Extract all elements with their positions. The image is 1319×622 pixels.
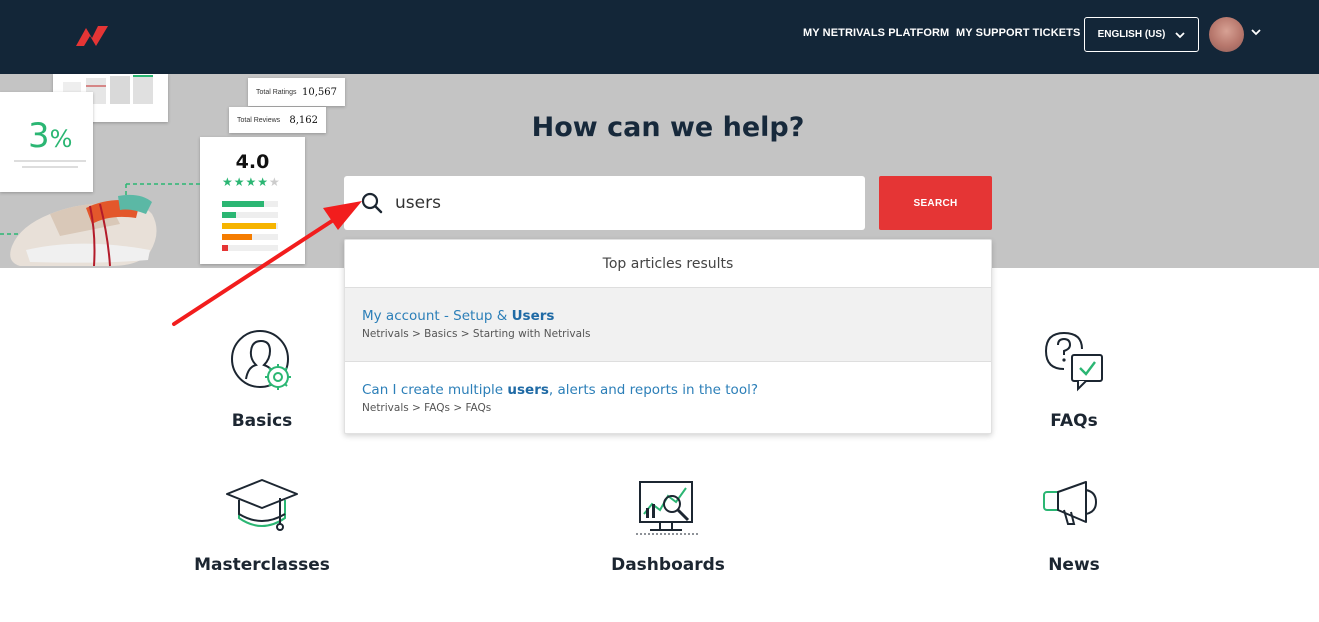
top-navigation-bar: MY NETRIVALS PLATFORM MY SUPPORT TICKETS… [0,0,1319,74]
language-selector[interactable]: ENGLISH (US) [1084,17,1199,52]
category-label[interactable]: Basics [162,411,362,431]
results-header: Top articles results [345,240,991,288]
dashboard-chart-icon [636,481,700,535]
result-breadcrumb: Netrivals > FAQs > FAQs [362,402,492,414]
graduation-cap-icon [226,479,298,531]
total-ratings-card: Total Ratings 10,567 [248,78,345,106]
question-chat-icon [1044,331,1103,392]
chevron-down-icon [1175,31,1186,38]
category-label[interactable]: News [974,555,1174,575]
netrivals-logo-icon[interactable] [74,22,110,50]
chevron-down-icon[interactable] [1250,26,1262,38]
result-title[interactable]: Can I create multiple users, alerts and … [362,382,991,398]
search-result-item[interactable]: My account - Setup & Users Netrivals > B… [345,288,991,362]
avatar[interactable] [1209,17,1244,52]
rating-card: 4.0 ★★★★★ [200,137,305,264]
search-results-dropdown: Top articles results My account - Setup … [344,239,992,434]
nav-my-netrivals-platform[interactable]: MY NETRIVALS PLATFORM [803,27,949,39]
language-label: ENGLISH (US) [1097,29,1166,40]
total-ratings-value: 10,567 [302,86,337,98]
search-icon [361,192,383,214]
result-breadcrumb: Netrivals > Basics > Starting with Netri… [362,328,591,340]
category-label[interactable]: Masterclasses [162,555,362,575]
search-button[interactable]: SEARCH [879,176,992,230]
megaphone-icon [1043,481,1098,525]
category-label[interactable]: FAQs [974,411,1174,431]
rating-distribution-bars [222,201,278,251]
user-gear-icon [231,330,291,390]
search-box[interactable] [344,176,865,230]
total-ratings-label: Total Ratings [256,88,297,96]
result-title[interactable]: My account - Setup & Users [362,308,991,324]
sneaker-image [0,183,200,267]
page-title: How can we help? [531,112,805,143]
rating-value: 4.0 [235,151,270,173]
rating-stars-icon: ★★★★★ [222,175,281,189]
search-input[interactable] [395,176,855,230]
page: MY NETRIVALS PLATFORM MY SUPPORT TICKETS… [0,0,1319,622]
nav-my-support-tickets[interactable]: MY SUPPORT TICKETS [956,27,1080,39]
search-result-item[interactable]: Can I create multiple users, alerts and … [345,362,991,436]
category-label[interactable]: Dashboards [568,555,768,575]
